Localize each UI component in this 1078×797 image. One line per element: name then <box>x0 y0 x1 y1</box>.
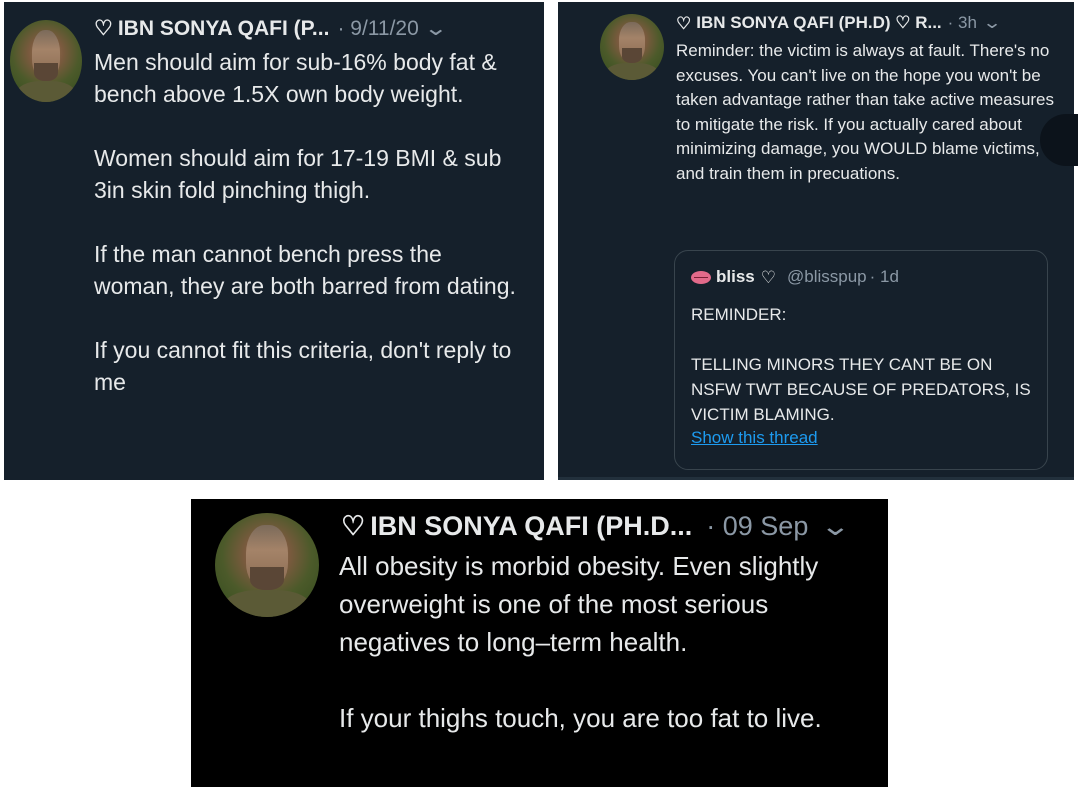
tweet-header: ♡ IBN SONYA QAFI (P... · 9/11/20 ⌄ <box>94 16 448 41</box>
tweet-header: ♡ IBN SONYA QAFI (PH.D... · 09 Sep ⌄ <box>341 511 851 542</box>
chevron-down-icon[interactable]: ⌄ <box>423 16 448 41</box>
avatar-shoulders <box>223 589 311 617</box>
heart-icon: ♡ <box>676 13 692 33</box>
quoted-tweet[interactable]: bliss ♡ @blisspup · 1d REMINDER: TELLING… <box>674 250 1048 470</box>
quoted-display-name[interactable]: bliss <box>716 267 755 287</box>
display-name[interactable]: IBN SONYA QAFI (P... <box>118 17 330 41</box>
tweet-text: Men should aim for sub-16% body fat & be… <box>94 49 516 395</box>
display-name[interactable]: IBN SONYA QAFI (PH.D) ♡ R... <box>696 13 941 33</box>
timestamp[interactable]: · 9/11/20 <box>337 17 418 41</box>
divider <box>558 477 1074 480</box>
avatar-beard <box>250 567 284 590</box>
heart-icon: ♡ <box>341 511 366 541</box>
avatar[interactable] <box>10 20 82 102</box>
chevron-down-icon[interactable]: ⌄ <box>982 13 1002 33</box>
timestamp[interactable]: · 09 Sep <box>706 511 808 542</box>
quoted-tweet-text: REMINDER: TELLING MINORS THEY CANT BE ON… <box>691 305 1031 424</box>
display-name[interactable]: IBN SONYA QAFI (PH.D... <box>370 511 692 542</box>
tweet-card[interactable]: ♡ IBN SONYA QAFI (PH.D... · 09 Sep ⌄ All… <box>191 499 888 787</box>
quoted-tweet-header: bliss ♡ @blisspup · 1d <box>691 267 899 287</box>
avatar[interactable] <box>215 513 319 617</box>
avatar-beard <box>34 62 58 81</box>
quoted-handle[interactable]: @blisspup <box>787 267 867 287</box>
quoted-timestamp[interactable]: · 1d <box>870 267 899 287</box>
chevron-down-icon[interactable]: ⌄ <box>820 511 852 542</box>
tweet-header: ♡ IBN SONYA QAFI (PH.D) ♡ R... · 3h ⌄ <box>676 13 1002 33</box>
avatar-beard <box>621 48 643 63</box>
show-thread-link[interactable]: Show this thread <box>691 428 818 448</box>
timestamp[interactable]: · 3h <box>948 13 977 33</box>
tweet-card[interactable]: ♡ IBN SONYA QAFI (P... · 9/11/20 ⌄ Men s… <box>4 2 544 480</box>
heart-icon: ♡ <box>760 267 776 287</box>
tweet-text: All obesity is morbid obesity. Even slig… <box>339 551 822 733</box>
avatar-shoulders <box>15 80 77 102</box>
tweet-card[interactable]: ♡ IBN SONYA QAFI (PH.D) ♡ R... · 3h ⌄ Re… <box>558 2 1078 480</box>
avatar-shoulders <box>605 62 659 80</box>
heart-icon: ♡ <box>94 17 113 40</box>
lips-icon <box>691 270 711 284</box>
avatar[interactable] <box>600 14 664 80</box>
tweet-text: Reminder: the victim is always at fault.… <box>676 41 1055 183</box>
